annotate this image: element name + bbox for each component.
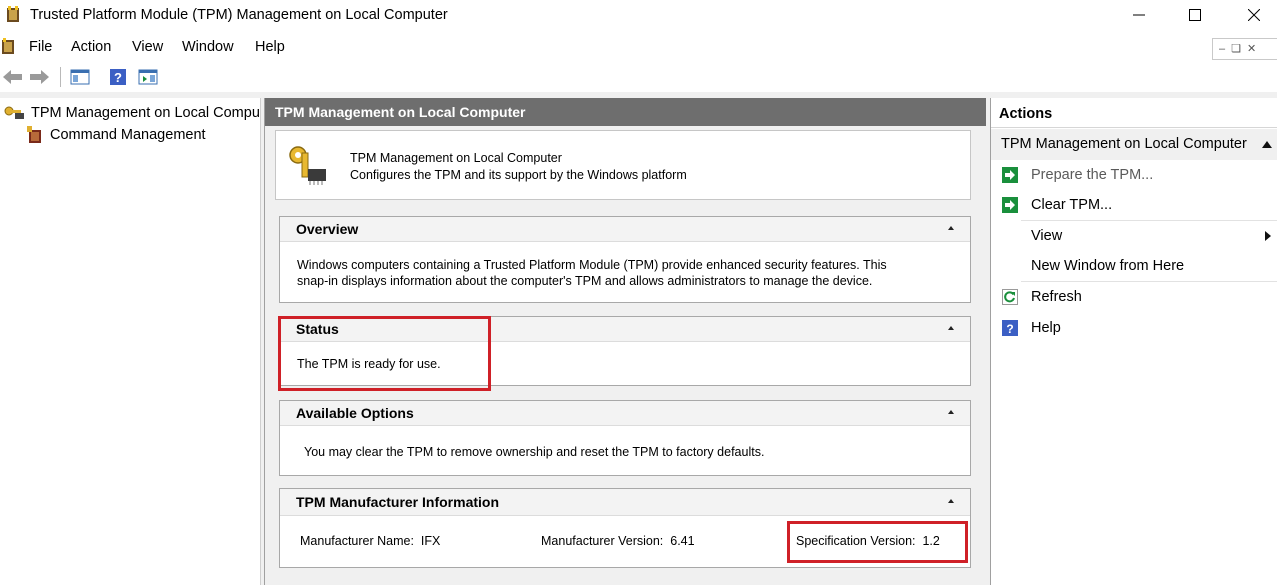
menu-bar: File Action View Window Help [0,32,1277,63]
show-hide-console-tree-icon [70,69,90,85]
actions-title: Actions [991,98,1277,128]
maximize-icon [1189,9,1201,21]
available-options-heading: Available Options [296,405,414,421]
mdi-close-icon[interactable]: ✕ [1247,43,1256,55]
menu-file[interactable]: File [29,39,52,55]
action-prepare-tpm[interactable]: Prepare the TPM... [991,160,1277,190]
action-new-window[interactable]: New Window from Here [991,251,1277,281]
help-toolbar-button[interactable]: ? [107,66,129,88]
help-icon: ? [1002,320,1018,336]
mdi-restore-icon[interactable]: ❏ [1231,43,1241,55]
minimize-button[interactable] [1116,0,1162,30]
help-icon: ? [110,69,126,85]
available-options-section: Available Options You may clear the TPM … [279,400,971,476]
tpm-key-icon [4,106,24,119]
tree-item-command-management[interactable]: Command Management [26,124,206,146]
tpm-app-icon [7,6,19,22]
svg-text:?: ? [114,70,122,85]
action-refresh[interactable]: Refresh [991,282,1277,312]
forward-arrow-icon [30,70,49,84]
green-arrow-icon [1002,167,1018,183]
back-arrow-icon [3,70,22,84]
actions-group-label: TPM Management on Local Computer [1001,136,1247,152]
forward-button[interactable] [28,66,50,88]
action-clear-tpm[interactable]: Clear TPM... [991,190,1277,220]
submenu-arrow-icon [1265,231,1271,241]
manufacturer-name-value: IFX [420,534,441,548]
show-hide-action-pane-icon [138,69,158,85]
overview-heading: Overview [296,221,359,237]
action-view[interactable]: View [991,221,1277,251]
close-button[interactable] [1231,0,1277,30]
show-hide-action-pane-button[interactable] [137,66,159,88]
manufacturer-header[interactable]: TPM Manufacturer Information [280,489,970,516]
close-icon [1248,9,1260,21]
actions-pane: Actions TPM Management on Local Computer… [990,98,1277,585]
action-label: Help [1031,320,1061,336]
overview-line-1: Windows computers containing a Trusted P… [297,258,887,272]
collapse-caret-icon[interactable] [948,226,954,230]
status-highlight-box [278,316,491,391]
title-bar: Trusted Platform Module (TPM) Management… [0,0,1277,32]
refresh-icon [1002,289,1018,305]
overview-section: Overview Windows computers containing a … [279,216,971,303]
command-management-icon [27,126,41,143]
collapse-caret-icon[interactable] [948,326,954,330]
action-label: Refresh [1031,289,1082,305]
result-pane-header: TPM Management on Local Computer [265,98,987,126]
console-tree: TPM Management on Local Compu Command Ma… [0,98,260,585]
manufacturer-name: Manufacturer Name: IFX [300,534,440,548]
collapse-caret-icon[interactable] [948,410,954,414]
overview-body: Windows computers containing a Trusted P… [297,257,887,289]
window-title: Trusted Platform Module (TPM) Management… [30,7,448,23]
overview-line-2: snap-in displays information about the c… [297,274,873,288]
overview-header[interactable]: Overview [280,217,970,242]
specification-highlight-box [787,521,968,563]
mdi-minimize-icon[interactable]: – [1219,43,1225,55]
menu-view[interactable]: View [132,39,163,55]
toolbar-separator [60,67,61,87]
menu-action[interactable]: Action [71,39,111,55]
action-label: Clear TPM... [1031,197,1113,213]
manufacturer-heading: TPM Manufacturer Information [296,494,500,510]
available-options-header[interactable]: Available Options [280,401,970,426]
manufacturer-version-label: Manufacturer Version: [541,534,664,548]
action-label: Prepare the TPM... [1031,167,1154,183]
system-menu-icon[interactable] [0,38,16,56]
minimize-icon [1133,14,1145,16]
intro-description: Configures the TPM and its support by th… [350,168,687,182]
actions-group-header[interactable]: TPM Management on Local Computer [991,129,1277,160]
tpm-key-chip-icon [289,146,326,185]
tree-item-label: Command Management [50,127,206,143]
result-pane: TPM Management on Local Computer TPM Man… [264,98,987,585]
mdi-window-controls: – ❏ ✕ [1212,38,1277,60]
intro-title: TPM Management on Local Computer [350,151,562,165]
manufacturer-version: Manufacturer Version: 6.41 [541,534,695,548]
menu-window[interactable]: Window [182,39,234,55]
toolbar: ? [0,62,1277,92]
maximize-button[interactable] [1172,0,1218,30]
collapse-up-icon[interactable] [1262,141,1272,148]
intro-panel: TPM Management on Local Computer Configu… [275,130,971,200]
tree-item-label: TPM Management on Local Compu [31,105,260,121]
svg-text:?: ? [1006,322,1013,336]
action-help[interactable]: ? Help [991,313,1277,343]
action-label: New Window from Here [1031,258,1185,274]
collapse-caret-icon[interactable] [948,499,954,503]
manufacturer-name-label: Manufacturer Name: [300,534,414,548]
action-label: View [1031,228,1063,244]
available-options-text: You may clear the TPM to remove ownershi… [304,445,765,459]
back-button[interactable] [2,66,24,88]
menu-help[interactable]: Help [255,39,285,55]
show-hide-console-tree-button[interactable] [69,66,91,88]
green-arrow-icon [1002,197,1018,213]
manufacturer-version-value: 6.41 [670,534,695,548]
tree-item-tpm-management[interactable]: TPM Management on Local Compu [0,102,260,124]
